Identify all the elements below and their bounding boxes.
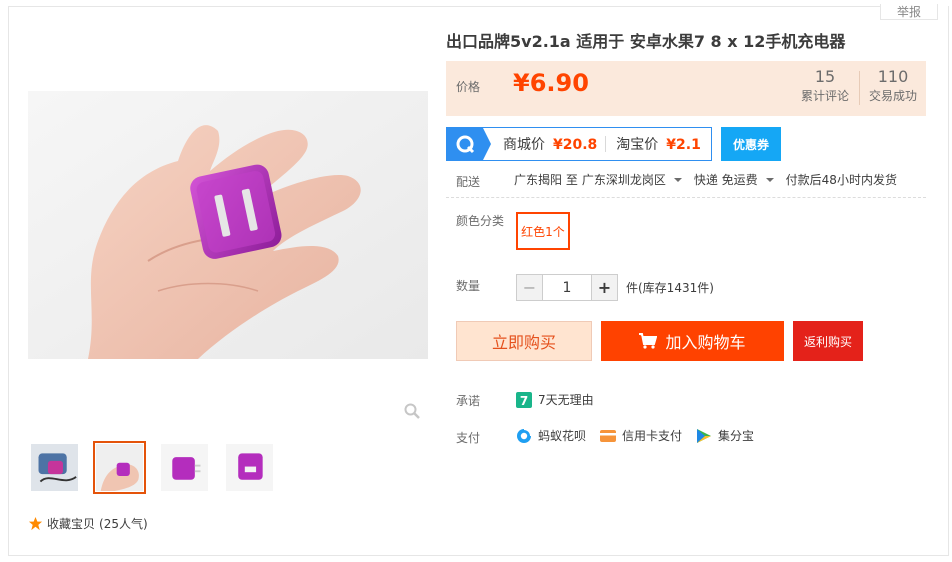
promise-label: 承诺 bbox=[456, 394, 481, 408]
payment-huabei[interactable]: 蚂蚁花呗 bbox=[516, 427, 586, 444]
stat-reviews-label: 累计评论 bbox=[800, 89, 849, 103]
main-product-image[interactable] bbox=[28, 91, 428, 359]
price-panel: 价格 ¥6.90 15 累计评论 110 交易成功 bbox=[446, 61, 926, 116]
chevron-down-icon[interactable] bbox=[765, 177, 774, 182]
seven-day-return-icon: 7 bbox=[516, 391, 532, 408]
color-option-selected[interactable]: 红色1个 bbox=[516, 212, 570, 250]
chevron-down-icon[interactable] bbox=[673, 177, 682, 182]
zoom-magnifier-icon[interactable] bbox=[404, 403, 420, 419]
thumbnail-charger-side-photo bbox=[161, 444, 208, 491]
stat-deals-label: 交易成功 bbox=[868, 89, 917, 103]
coupon-button[interactable]: 优惠券 bbox=[721, 127, 781, 161]
report-link[interactable]: 举报 bbox=[880, 4, 938, 20]
quantity-label: 数量 bbox=[456, 279, 481, 293]
rebate-buy-button[interactable]: 返利购买 bbox=[793, 321, 863, 361]
collect-count: (25人气) bbox=[99, 517, 148, 531]
thumbnail-1[interactable] bbox=[28, 441, 81, 494]
taobao-price-value: ¥2.1 bbox=[666, 137, 701, 153]
star-icon bbox=[28, 516, 43, 531]
thumbnail-2-selected[interactable] bbox=[93, 441, 146, 494]
payment-label: 支付 bbox=[456, 431, 481, 445]
payment-credit-card-label: 信用卡支付 bbox=[622, 429, 683, 443]
delivery-label: 配送 bbox=[456, 175, 481, 189]
payment-jifenbao-label: 集分宝 bbox=[718, 429, 755, 443]
thumbnail-strip bbox=[28, 441, 276, 494]
payment-methods: 蚂蚁花呗 信用卡支付 集分宝 bbox=[516, 427, 768, 444]
q-logo-icon bbox=[456, 135, 475, 154]
promise-text: 7天无理由 bbox=[538, 393, 594, 407]
taobao-price-label: 淘宝价 bbox=[616, 137, 659, 153]
stat-divider bbox=[859, 71, 860, 105]
delivery-to-select[interactable]: 广东深圳龙岗区 bbox=[582, 171, 666, 188]
thumbnail-charger-cable-photo bbox=[31, 444, 78, 491]
buy-now-button[interactable]: 立即购买 bbox=[456, 321, 592, 361]
mall-price-value: ¥20.8 bbox=[553, 137, 598, 153]
quantity-minus-button[interactable]: − bbox=[516, 274, 543, 301]
search-q-logo-icon bbox=[447, 128, 491, 160]
promise-info[interactable]: 7 7天无理由 bbox=[516, 391, 594, 408]
stat-reviews-num: 15 bbox=[814, 67, 836, 86]
seven-day-badge: 7 bbox=[520, 394, 528, 408]
color-label: 颜色分类 bbox=[456, 214, 505, 228]
price-label: 价格 bbox=[456, 80, 481, 94]
add-to-cart-label: 加入购物车 bbox=[665, 335, 746, 352]
coupon-separator bbox=[605, 136, 607, 152]
delivery-from: 广东揭阳 至 bbox=[514, 173, 578, 187]
collect-item-link[interactable]: 收藏宝贝 (25人气) bbox=[28, 515, 148, 532]
mall-price-label: 商城价 bbox=[503, 137, 545, 153]
delivery-method-select[interactable]: 快递 免运费 bbox=[694, 171, 758, 188]
price-value: ¥6.90 bbox=[513, 69, 589, 97]
delivery-note: 付款后48小时内发货 bbox=[785, 173, 897, 187]
stat-deals[interactable]: 110 交易成功 bbox=[862, 67, 924, 105]
quantity-plus-button[interactable]: + bbox=[591, 274, 618, 301]
thumbnail-hand-photo bbox=[96, 444, 143, 491]
stat-deals-num: 110 bbox=[877, 67, 909, 86]
credit-card-icon bbox=[600, 429, 617, 442]
shopping-cart-icon bbox=[639, 333, 658, 349]
stock-info: 件(库存1431件) bbox=[626, 281, 714, 295]
taobao-price: 淘宝价 ¥2.1 bbox=[616, 134, 701, 154]
thumbnail-4[interactable] bbox=[223, 441, 276, 494]
add-to-cart-button[interactable]: 加入购物车 bbox=[601, 321, 784, 361]
price-compare-bar: 商城价 ¥20.8 淘宝价 ¥2.1 bbox=[446, 127, 712, 161]
thumbnail-3[interactable] bbox=[158, 441, 211, 494]
quantity-stepper: − + 件(库存1431件) bbox=[516, 274, 714, 301]
stat-reviews[interactable]: 15 累计评论 bbox=[794, 67, 856, 105]
quantity-input[interactable] bbox=[543, 274, 591, 301]
mall-price: 商城价 ¥20.8 bbox=[503, 134, 597, 154]
product-title: 出口品牌5v2.1a 适用于 安卓水果7 8 x 12手机充电器 bbox=[446, 32, 846, 51]
collect-label: 收藏宝贝 bbox=[47, 517, 96, 531]
payment-jifenbao[interactable]: 集分宝 bbox=[696, 427, 754, 444]
section-divider bbox=[446, 197, 926, 198]
jifenbao-icon bbox=[697, 428, 712, 443]
payment-credit-card[interactable]: 信用卡支付 bbox=[600, 427, 682, 444]
delivery-info: 广东揭阳 至 广东深圳龙岗区 快递 免运费 付款后48小时内发货 bbox=[514, 171, 901, 188]
price-amount: 6.90 bbox=[529, 69, 589, 97]
thumbnail-charger-usb-photo bbox=[226, 444, 273, 491]
huabei-icon bbox=[517, 427, 532, 443]
price-currency: ¥ bbox=[513, 69, 530, 97]
payment-huabei-label: 蚂蚁花呗 bbox=[538, 429, 587, 443]
hand-holding-charger-photo bbox=[28, 91, 428, 359]
